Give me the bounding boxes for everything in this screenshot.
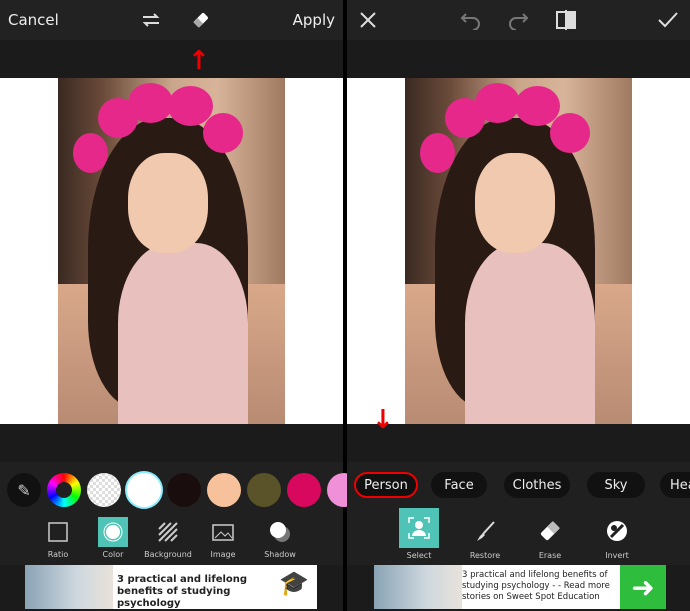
eyedropper-icon: ✎ [17, 480, 31, 500]
shadow-icon [270, 522, 290, 542]
select-person-icon [408, 517, 430, 539]
ad-banner[interactable]: 3 practical and lifelong benefits of stu… [25, 565, 317, 609]
graduation-cap-icon: 🎓 [279, 569, 309, 597]
chip-clothes[interactable]: Clothes [504, 472, 570, 498]
swatch-transparent[interactable] [87, 473, 121, 507]
eyedropper-button[interactable]: ✎ [7, 473, 41, 507]
swap-icon[interactable] [140, 10, 162, 30]
arrow-right-icon: ➜ [631, 570, 655, 604]
tool-label: Erase [538, 551, 562, 560]
tool-label: Invert [605, 551, 629, 560]
bottom-toolbar: Person Face Clothes Sky Hea Select Resto… [347, 462, 690, 565]
tool-shadow[interactable]: Shadow [255, 517, 305, 559]
close-icon[interactable] [359, 11, 377, 29]
eraser-icon [540, 520, 560, 540]
ad-banner[interactable]: 3 practical and lifelong benefits of stu… [374, 565, 666, 609]
compare-icon[interactable] [555, 9, 577, 31]
swatch-white[interactable] [127, 473, 161, 507]
cancel-button[interactable]: Cancel [8, 11, 59, 29]
color-icon [103, 522, 123, 542]
redo-icon[interactable] [507, 10, 529, 30]
chip-face[interactable]: Face [431, 472, 487, 498]
tool-background[interactable]: Background [143, 517, 193, 559]
ad-image [25, 565, 113, 609]
annotation-arrow-up: ↑ [188, 46, 210, 76]
swatch-magenta[interactable] [287, 473, 321, 507]
tool-ratio[interactable]: Ratio [33, 517, 83, 559]
chip-person[interactable]: Person [354, 472, 418, 498]
chip-sky[interactable]: Sky [587, 472, 645, 498]
top-bar [347, 0, 690, 40]
tool-select[interactable]: Select [394, 508, 444, 560]
swatch-black[interactable] [167, 473, 201, 507]
tool-label: Image [210, 550, 236, 559]
brush-icon [477, 520, 495, 541]
color-wheel-button[interactable] [47, 473, 81, 507]
tool-label: Background [144, 550, 192, 559]
apply-button[interactable]: Apply [293, 11, 335, 29]
check-icon[interactable] [657, 10, 679, 30]
chip-head[interactable]: Hea [660, 472, 690, 498]
tool-label: Restore [469, 551, 501, 560]
tool-invert[interactable]: Invert [592, 513, 642, 560]
swatch-peach[interactable] [207, 473, 241, 507]
swatch-olive[interactable] [247, 473, 281, 507]
photo [58, 78, 285, 424]
eraser-icon[interactable] [190, 9, 212, 31]
ratio-icon [48, 522, 68, 542]
top-bar: Cancel Apply [0, 0, 343, 40]
ad-text: 3 practical and lifelong benefits of stu… [462, 570, 610, 602]
annotation-arrow-down: ↓ [372, 405, 394, 435]
background-icon [158, 522, 178, 542]
canvas [347, 78, 690, 424]
ad-image [374, 565, 462, 609]
bottom-toolbar: ✎ Ratio Color Background Image Shadow [0, 462, 361, 565]
tool-label: Shadow [264, 550, 296, 559]
photo [405, 78, 632, 424]
tool-label: Select [406, 551, 432, 560]
ad-arrow-button[interactable]: ➜ [620, 565, 666, 609]
tool-label: Ratio [47, 550, 69, 559]
image-icon [212, 524, 234, 541]
canvas [0, 78, 343, 424]
ad-text: 3 practical and lifelong benefits of stu… [117, 574, 248, 609]
undo-icon[interactable] [460, 10, 482, 30]
tool-restore[interactable]: Restore [460, 513, 510, 560]
right-panel: ↓ Person Face Clothes Sky Hea Select Res… [347, 0, 690, 611]
tool-erase[interactable]: Erase [525, 513, 575, 560]
tool-label: Color [102, 550, 124, 559]
tool-image[interactable]: Image [198, 517, 248, 559]
left-panel: Cancel Apply ↑ ✎ Ratio Color Background … [0, 0, 361, 611]
tool-color[interactable]: Color [88, 517, 138, 559]
invert-icon [607, 520, 627, 541]
